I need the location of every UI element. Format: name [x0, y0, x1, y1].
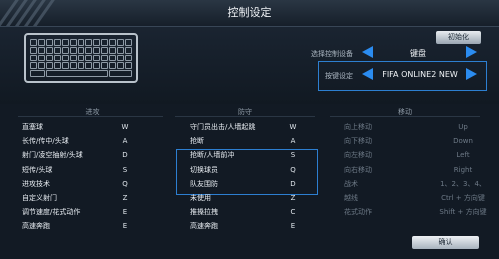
defense-action-label: 守门员出击/人墙起跳: [190, 123, 256, 131]
move-row[interactable]: 花式动作 Shift + 方向键: [344, 206, 494, 218]
title-bar: 控制设定: [0, 0, 499, 27]
attack-action-label: 调节速度/花式动作: [22, 208, 81, 217]
move-action-label: 向右移动: [344, 165, 372, 174]
attack-action-label: 进攻技术: [22, 179, 50, 188]
keyboard-icon: [24, 33, 138, 83]
defense-row[interactable]: 队友围防 D: [190, 178, 340, 190]
attack-row[interactable]: 高速奔跑 E: [22, 220, 172, 232]
device-prev-arrow-icon[interactable]: [362, 46, 373, 58]
move-action-label: 战术: [344, 179, 358, 188]
defense-action-label: 推搡拉拽: [190, 208, 218, 217]
defense-row[interactable]: 高速奔跑 E: [190, 220, 340, 232]
defense-row[interactable]: 推搡拉拽 C: [190, 206, 340, 218]
move-action-label: 向上移动: [344, 123, 372, 131]
device-label: 选择控制设备: [311, 50, 353, 58]
defense-key-value[interactable]: C: [283, 206, 303, 218]
defense-action-label: 未使用: [190, 194, 211, 202]
defense-row[interactable]: 抢断/人墙前冲 S: [190, 149, 340, 161]
move-action-label: 向左移动: [344, 151, 372, 160]
attack-row[interactable]: 长传/传中/头球 A: [22, 135, 172, 147]
move-action-label: 花式动作: [344, 208, 372, 217]
device-value: 键盘: [410, 49, 426, 58]
attack-row[interactable]: 直塞球 W: [22, 121, 172, 133]
attack-row[interactable]: 射门/凌空抽射/头球 D: [22, 149, 172, 161]
preset-next-arrow-icon[interactable]: [466, 68, 477, 80]
attack-key-value[interactable]: S: [115, 164, 135, 176]
attack-action-label: 直塞球: [22, 123, 43, 131]
attack-row[interactable]: 调节速度/花式动作 E: [22, 206, 172, 218]
divider: [330, 116, 480, 117]
attack-row[interactable]: 自定义射门 Z: [22, 192, 172, 204]
divider: [18, 116, 163, 117]
defense-key-value[interactable]: Z: [283, 192, 303, 204]
move-action-label: 向下移动: [344, 137, 372, 146]
defense-key-value[interactable]: D: [283, 178, 303, 190]
attack-row[interactable]: 短传/头球 S: [22, 164, 172, 176]
defense-row[interactable]: 切换球员 Q: [190, 164, 340, 176]
move-row[interactable]: 向左移动 Left: [344, 149, 494, 161]
defense-row[interactable]: 未使用 Z: [190, 192, 340, 204]
confirm-button[interactable]: 确认: [412, 236, 479, 249]
attack-row[interactable]: 进攻技术 Q: [22, 178, 172, 190]
window-title: 控制设定: [227, 6, 272, 19]
attack-key-value[interactable]: W: [115, 121, 135, 133]
reset-button[interactable]: 初始化: [436, 31, 481, 44]
attack-key-value[interactable]: E: [115, 206, 135, 218]
defense-action-label: 抢断/人墙前冲: [190, 151, 235, 160]
preset-value: FIFA ONLINE2 NEW: [382, 70, 458, 79]
move-key-value[interactable]: Up: [433, 121, 493, 133]
defense-action-label: 切换球员: [190, 165, 218, 174]
move-row[interactable]: 向上移动 Up: [344, 121, 494, 133]
move-row[interactable]: 越线 Ctrl + 方向键: [344, 192, 494, 204]
attack-key-value[interactable]: Z: [115, 192, 135, 204]
move-key-value[interactable]: Shift + 方向键: [433, 206, 493, 218]
move-key-value[interactable]: 1、2、3、4、: [433, 178, 493, 190]
defense-key-value[interactable]: Q: [283, 164, 303, 176]
device-next-arrow-icon[interactable]: [466, 46, 477, 58]
attack-key-value[interactable]: D: [115, 149, 135, 161]
defense-action-label: 抢断: [190, 137, 204, 146]
attack-action-label: 高速奔跑: [22, 222, 50, 231]
move-action-label: 越线: [344, 194, 358, 202]
attack-key-value[interactable]: A: [115, 135, 135, 147]
preset-label: 按键设定: [325, 72, 353, 80]
defense-key-value[interactable]: A: [283, 135, 303, 147]
attack-action-label: 短传/头球: [22, 165, 53, 174]
attack-key-value[interactable]: Q: [115, 178, 135, 190]
attack-key-value[interactable]: E: [115, 220, 135, 232]
move-row[interactable]: 战术 1、2、3、4、: [344, 178, 494, 190]
move-key-value[interactable]: Ctrl + 方向键: [433, 192, 493, 204]
defense-key-value[interactable]: E: [283, 220, 303, 232]
attack-action-label: 长传/传中/头球: [22, 137, 69, 146]
move-row[interactable]: 向右移动 Right: [344, 164, 494, 176]
attack-action-label: 射门/凌空抽射/头球: [22, 151, 83, 160]
attack-action-label: 自定义射门: [22, 194, 57, 202]
move-row[interactable]: 向下移动 Down: [344, 135, 494, 147]
defense-row[interactable]: 抢断 A: [190, 135, 340, 147]
move-key-value[interactable]: Left: [433, 149, 493, 161]
defense-row[interactable]: 守门员出击/人墙起跳 W: [190, 121, 340, 133]
move-key-value[interactable]: Right: [433, 164, 493, 176]
preset-prev-arrow-icon[interactable]: [362, 68, 373, 80]
divider: [175, 116, 315, 117]
defense-key-value[interactable]: W: [283, 121, 303, 133]
defense-key-value[interactable]: S: [283, 149, 303, 161]
move-key-value[interactable]: Down: [433, 135, 493, 147]
defense-action-label: 高速奔跑: [190, 222, 218, 231]
defense-action-label: 队友围防: [190, 179, 218, 188]
